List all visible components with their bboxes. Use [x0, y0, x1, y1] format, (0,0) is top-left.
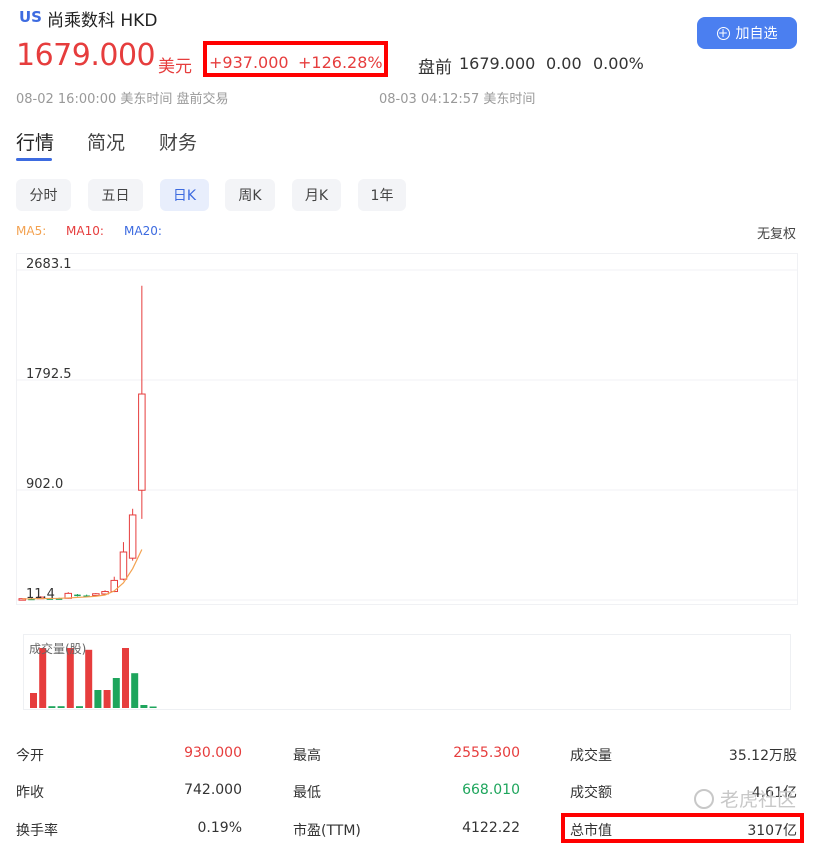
ma10-legend: MA10: — [66, 224, 104, 238]
period-five-day[interactable]: 五日 — [88, 179, 143, 211]
premarket-label: 盘前 — [418, 58, 452, 78]
y-tick-label: 902.0 — [26, 477, 63, 492]
stock-name: 尚乘数科 HKD — [47, 11, 158, 31]
price-change-percent: +126.28% — [298, 53, 383, 72]
volume-bar — [140, 705, 148, 708]
candle-body — [128, 514, 137, 559]
stat-label: 最低 — [293, 785, 321, 801]
ma5-legend: MA5: — [16, 224, 47, 238]
period-monthly-k[interactable]: 月K — [292, 179, 341, 211]
stat-label: 最高 — [293, 748, 321, 764]
candle-body — [119, 551, 128, 580]
period-intraday[interactable]: 分时 — [16, 179, 71, 211]
volume-bar — [103, 690, 111, 708]
market-cap-highlight-box — [561, 813, 804, 843]
volume-bar — [122, 648, 129, 708]
candle-body — [110, 579, 118, 593]
plus-circle-icon: + — [716, 26, 730, 40]
stat-value: 35.12万股 — [728, 748, 797, 764]
kline-chart[interactable]: 2683.1 1792.5 902.0 11.4 — [16, 253, 798, 605]
volume-bar — [85, 649, 93, 708]
premarket-price: 1679.000 — [459, 54, 536, 73]
stat-label: 今开 — [16, 748, 44, 764]
tab-overview[interactable]: 简况 — [87, 128, 125, 155]
period-weekly-k[interactable]: 周K — [225, 179, 275, 211]
period-one-year[interactable]: 1年 — [358, 179, 406, 211]
premarket-change: 0.00 — [546, 54, 582, 73]
stat-value: 2555.300 — [453, 745, 520, 761]
volume-bar — [112, 678, 120, 708]
candle-body — [74, 594, 81, 597]
y-tick-label: 1792.5 — [26, 367, 72, 382]
volume-bar — [149, 706, 157, 708]
ma20-legend: MA20: — [124, 224, 162, 238]
candle-body — [92, 593, 100, 596]
add-watchlist-label: 加自选 — [735, 26, 778, 42]
stat-value: 4122.22 — [462, 820, 520, 836]
stat-label: 换手率 — [16, 823, 58, 839]
y-tick-label: 11.4 — [26, 587, 55, 602]
last-price: 1679.000 — [16, 38, 156, 73]
watermark: 老虎社区 — [694, 785, 796, 812]
adjustment-selector[interactable]: 无复权 — [757, 223, 796, 242]
volume-bar — [30, 693, 37, 708]
stat-label: 成交量 — [570, 748, 612, 764]
close-timestamp: 08-02 16:00:00 美东时间 盘前交易 — [16, 92, 229, 107]
premarket-timestamp: 08-03 04:12:57 美东时间 — [379, 92, 536, 107]
add-watchlist-button[interactable]: + 加自选 — [697, 17, 797, 49]
active-tab-indicator — [16, 158, 52, 161]
volume-bar — [57, 706, 65, 708]
price-change: +937.000 — [209, 53, 289, 72]
volume-bar — [131, 673, 139, 708]
y-tick-label: 2683.1 — [26, 257, 72, 272]
volume-bar — [66, 648, 74, 708]
stat-label: 市盈(TTM) — [293, 823, 361, 839]
volume-title: 成交量(股) — [29, 642, 87, 656]
market-badge: US — [19, 8, 42, 26]
volume-bar — [94, 690, 102, 708]
currency-label: 美元 — [158, 57, 192, 77]
stat-value: 930.000 — [184, 745, 242, 761]
period-daily-k[interactable]: 日K — [160, 179, 209, 211]
volume-bar — [39, 648, 47, 708]
stat-value: 742.000 — [184, 782, 242, 798]
candle-body — [138, 393, 146, 491]
stat-value: 0.19% — [197, 820, 242, 836]
tiger-logo-icon — [694, 788, 714, 809]
volume-bar — [76, 706, 83, 708]
stat-label: 昨收 — [16, 785, 44, 801]
watermark-text: 老虎社区 — [720, 789, 797, 811]
tab-quote[interactable]: 行情 — [16, 128, 54, 155]
volume-bar — [48, 706, 56, 708]
stat-label: 成交额 — [570, 785, 612, 801]
stat-value: 668.010 — [462, 782, 520, 798]
tab-finance[interactable]: 财务 — [159, 128, 197, 155]
premarket-change-percent: 0.00% — [593, 54, 644, 73]
